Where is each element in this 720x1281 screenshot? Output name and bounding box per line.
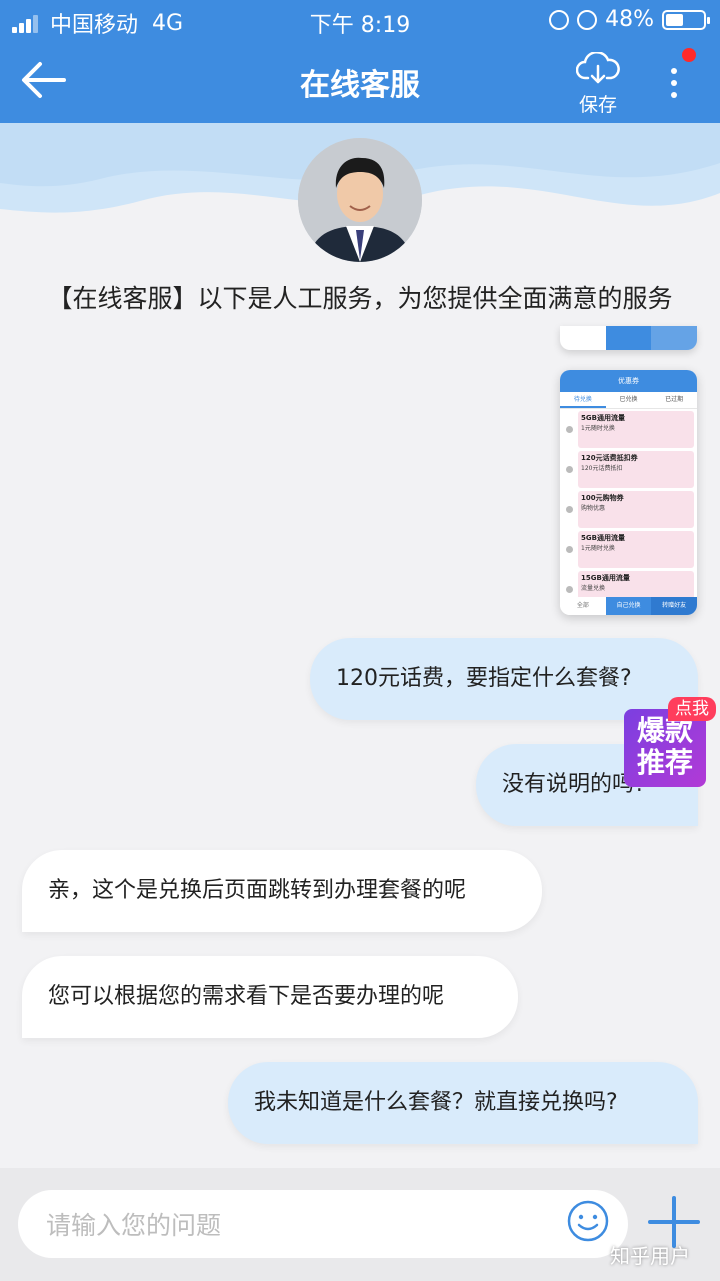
image-message-partial[interactable]	[560, 326, 697, 350]
thumb-tab: 待兑换	[560, 392, 606, 408]
thumb-coupon: 5GB通用流量 1元随时兑换	[563, 411, 694, 448]
promo-line-2: 推荐	[636, 746, 693, 779]
image-message[interactable]: 优惠券 待兑换 已兑换 已过期 5GB通用流量 1元随时兑换 120元话费抵扣券 1…	[560, 370, 697, 615]
save-button[interactable]: 保存	[570, 52, 626, 116]
battery-percent: 48%	[605, 7, 654, 32]
battery-icon	[662, 9, 710, 30]
notification-dot	[682, 48, 696, 62]
message-input[interactable]	[44, 1204, 548, 1246]
status-bar: 中国移动 4G 下午 8:19 48%	[0, 0, 720, 40]
rotation-lock-icon	[549, 9, 570, 30]
agent-photo	[298, 138, 422, 262]
watermark: 知乎用户	[610, 1244, 690, 1268]
emoji-icon[interactable]	[566, 1199, 610, 1243]
nav-bar: 在线客服 保存	[0, 40, 720, 123]
cloud-download-icon	[576, 52, 620, 84]
thumb-coupon: 100元购物券 购物优惠	[563, 491, 694, 528]
agent-avatar[interactable]	[298, 138, 422, 262]
more-button[interactable]	[660, 56, 688, 110]
service-intro-text: 【在线客服】以下是人工服务，为您提供全面满意的服务	[47, 284, 673, 313]
outgoing-message[interactable]: 我未知道是什么套餐？就直接兑换吗?	[228, 1062, 698, 1144]
thumb-coupon: 120元话费抵扣券 120元话费抵扣	[563, 451, 694, 488]
incoming-message[interactable]: 您可以根据您的需求看下是否要办理的呢	[22, 956, 518, 1038]
promo-badge[interactable]: 爆款 推荐 点我	[624, 697, 716, 789]
thumb-tab: 已过期	[665, 396, 684, 403]
incoming-message[interactable]: 亲，这个是兑换后页面跳转到办理套餐的呢	[22, 850, 542, 932]
alarm-icon	[577, 9, 598, 30]
message-input-wrapper	[18, 1190, 628, 1258]
thumb-title: 优惠券	[560, 370, 697, 392]
save-label: 保存	[578, 94, 617, 116]
thumb-coupon: 5GB通用流量 1元随时兑换	[563, 531, 694, 568]
thumb-tab: 已兑换	[619, 396, 638, 403]
thumb-tabs: 待兑换 已兑换 已过期	[560, 392, 697, 409]
thumb-footer: 全部 自己兑换 转赠好友	[560, 597, 697, 615]
promo-tag: 点我	[668, 697, 716, 721]
